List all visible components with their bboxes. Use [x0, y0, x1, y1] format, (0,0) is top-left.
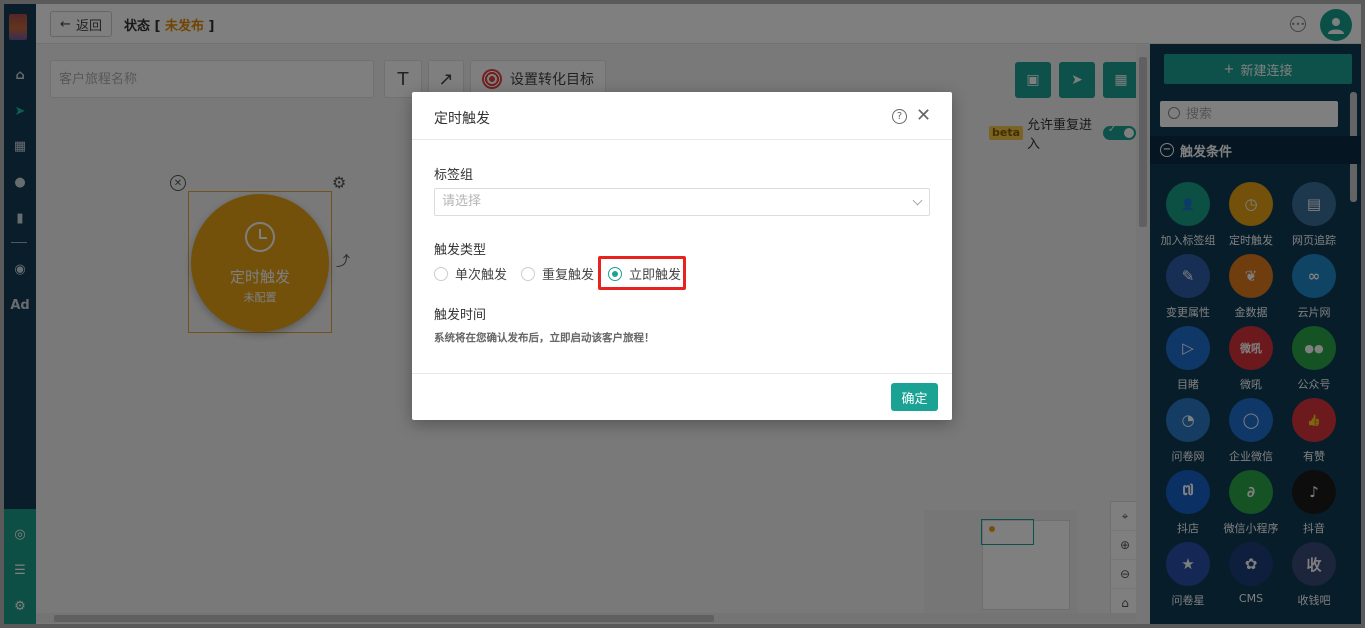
- radio-repeat[interactable]: 重复触发: [521, 264, 594, 283]
- close-icon[interactable]: ✕: [916, 105, 931, 126]
- dialog-header: 定时触发 ? ✕: [412, 92, 952, 140]
- radio-circle[interactable]: [434, 266, 448, 281]
- radio-circle[interactable]: [521, 266, 536, 281]
- trigger-time-hint: 系统将在您确认发布后，立即启动该客户旅程！: [434, 332, 655, 344]
- dialog-footer-divider: [412, 373, 952, 374]
- timed-trigger-dialog: 定时触发 ? ✕ 标签组 请选择 触发类型 单次触发 重复触发 立即触发 触发时…: [412, 92, 952, 420]
- help-icon[interactable]: ?: [892, 109, 907, 124]
- tag-group-label: 标签组: [434, 168, 474, 183]
- chevron-down-icon: [912, 195, 923, 206]
- highlight-box: [598, 256, 686, 290]
- radio-once[interactable]: 单次触发: [434, 264, 507, 283]
- trigger-type-label: 触发类型: [434, 243, 487, 258]
- dialog-title: 定时触发: [434, 111, 490, 127]
- tag-group-select[interactable]: 请选择: [434, 188, 930, 216]
- tag-group-placeholder: 请选择: [442, 194, 482, 209]
- trigger-time-label: 触发时间: [434, 308, 487, 323]
- radio-label: 单次触发: [455, 268, 508, 283]
- confirm-button[interactable]: 确定: [891, 383, 938, 411]
- radio-label: 重复触发: [542, 268, 595, 283]
